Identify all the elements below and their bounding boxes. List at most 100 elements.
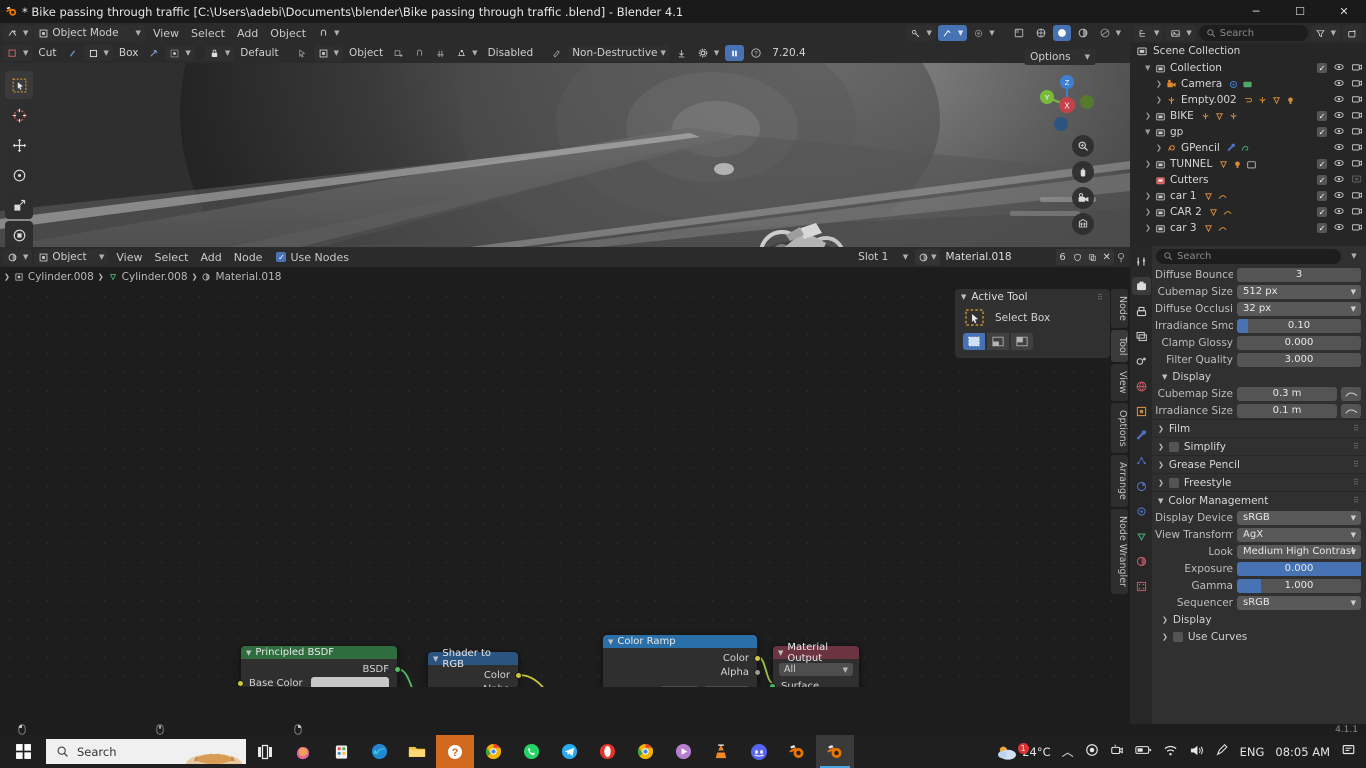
taskbar-search-input[interactable]: Search (46, 739, 246, 764)
annotate-icon[interactable] (547, 45, 566, 61)
outliner-filter-icon[interactable]: ▼ (1310, 25, 1340, 41)
navigation-gizmo[interactable]: X Z Y (1036, 71, 1098, 136)
unlink-material-icon[interactable]: ✕ (1099, 249, 1114, 265)
maximize-button[interactable]: ☐ (1278, 0, 1322, 23)
select-mode-subtract-button[interactable] (1011, 333, 1033, 350)
eye-icon[interactable] (1333, 109, 1345, 124)
properties-options-chevron-icon[interactable]: ▼ (1344, 248, 1362, 264)
box-label[interactable]: Box (115, 45, 143, 61)
overlays-toggle[interactable]: ▼ (937, 25, 968, 41)
zoom-icon[interactable] (1072, 135, 1094, 157)
visibility-checkbox[interactable]: ✓ (1317, 127, 1327, 137)
property-value-display-device[interactable]: sRGB ▼ (1237, 510, 1361, 525)
property-value-exposure[interactable]: 0.000 (1237, 561, 1361, 576)
outliner-row-empty.002[interactable]: ❯ Empty.002 (1130, 92, 1366, 108)
select-mode-set-button[interactable] (963, 333, 985, 350)
expand-chevron-icon[interactable]: ❯ (1145, 224, 1155, 232)
rotate-tool[interactable] (5, 161, 33, 189)
light-icon[interactable] (1232, 159, 1243, 170)
camera-render-icon[interactable] (1351, 125, 1363, 140)
battery-icon[interactable] (1134, 744, 1152, 759)
camera-tray-icon[interactable] (1110, 743, 1124, 760)
expand-chevron-icon[interactable]: ▼ (1145, 64, 1155, 72)
material-field[interactable]: ▼ Material.018 6 ✕ (915, 249, 1114, 265)
cut-label[interactable]: Cut (34, 45, 60, 61)
camera-view-icon[interactable] (1072, 187, 1094, 209)
visibility-checkbox[interactable]: ✓ (1317, 191, 1327, 201)
empty-2-icon[interactable] (1257, 95, 1268, 106)
whatsapp-icon[interactable] (512, 735, 550, 768)
socket-alpha-out[interactable] (515, 686, 522, 687)
select-box-tool[interactable] (5, 71, 33, 99)
socket-color-out[interactable] (515, 672, 522, 679)
fake-user-shield-icon[interactable] (1069, 249, 1085, 265)
cursor-pointer-icon[interactable] (293, 45, 312, 61)
node-tab-options[interactable]: Options (1111, 402, 1128, 454)
clock[interactable]: 08:05 AM (1275, 745, 1330, 759)
snap-increment-icon[interactable] (431, 45, 450, 61)
camera-render-icon[interactable] (1351, 61, 1363, 76)
node-menu-node[interactable]: Node (228, 250, 269, 265)
socket-alpha-out[interactable] (754, 669, 761, 676)
node-principled-bsdf[interactable]: ▼ Principled BSDF BSDF Base Color (237, 645, 401, 687)
socket-color-out[interactable] (754, 655, 761, 662)
expand-chevron-icon[interactable]: ❯ (1145, 192, 1155, 200)
weather-widget[interactable]: 1 24°C (996, 742, 1051, 761)
outliner-row-gpencil[interactable]: ❯ GPencil (1130, 140, 1366, 156)
property-section-color-management[interactable]: ▼ Color Management ⠿ (1152, 491, 1366, 509)
select-mode-extend-button[interactable] (987, 333, 1009, 350)
property-value-filter-quality[interactable]: 3.000 (1237, 352, 1361, 367)
section-checkbox[interactable] (1168, 477, 1179, 488)
properties-tab-render[interactable] (1131, 277, 1151, 295)
chrome-2-icon[interactable] (626, 735, 664, 768)
expand-chevron-icon[interactable]: ❯ (1145, 112, 1155, 120)
eye-icon[interactable] (1333, 205, 1345, 220)
properties-tab-material[interactable] (1132, 552, 1151, 570)
material-slot-selector[interactable]: Slot 1 ▼ (854, 249, 913, 265)
properties-tab-data[interactable] (1132, 527, 1151, 545)
property-section-simplify[interactable]: ❯ Simplify ⠿ (1152, 437, 1366, 455)
eye-icon[interactable] (1333, 157, 1345, 172)
expand-chevron-icon[interactable]: ❯ (1156, 96, 1166, 104)
viewport-menu-view[interactable]: View (147, 26, 185, 41)
outliner-row-car-2[interactable]: ❯ CAR 2 ✓ (1130, 204, 1366, 220)
eye-icon[interactable] (1333, 189, 1345, 204)
minimize-button[interactable]: ─ (1234, 0, 1278, 23)
help-question-icon[interactable]: ? (746, 45, 766, 61)
discord-icon[interactable] (740, 735, 778, 768)
property-section-film[interactable]: ❯ Film ⠿ (1152, 419, 1366, 437)
lock-icon[interactable]: ▼ (204, 45, 235, 61)
add-stop-button[interactable]: + (611, 686, 620, 688)
expand-chevron-icon[interactable]: ▼ (1145, 128, 1155, 136)
transform-tool[interactable] (5, 221, 33, 247)
eye-icon[interactable] (1333, 173, 1345, 188)
mesh-6-icon[interactable] (1203, 223, 1214, 234)
node-tab-node-wrangler[interactable]: Node Wrangler (1111, 509, 1128, 595)
material-users-count[interactable]: 6 (1055, 249, 1070, 265)
drag-dots-icon[interactable]: ⠿ (1353, 478, 1360, 487)
properties-tab-output[interactable] (1132, 302, 1151, 320)
chrome-icon[interactable] (474, 735, 512, 768)
property-subsection-use-curves[interactable]: ❯ Use Curves (1152, 628, 1366, 645)
mesh-86-icon[interactable] (1214, 111, 1225, 122)
file-explorer-icon[interactable] (398, 735, 436, 768)
shading-solid-icon[interactable] (1031, 25, 1051, 41)
node-header-material-output[interactable]: ▼ Material Output (773, 642, 859, 664)
outliner-row-bike[interactable]: ❯ BIKE ✓ (1130, 108, 1366, 124)
outliner-row-tunnel[interactable]: ❯ TUNNEL ✓ (1130, 156, 1366, 172)
box-mode-icon[interactable]: ▼ (83, 45, 113, 61)
socket-surface[interactable] (769, 683, 776, 687)
outliner-row-camera[interactable]: ❯ Camera (1130, 76, 1366, 92)
node-header-principled-bsdf[interactable]: ▼ Principled BSDF (241, 646, 397, 659)
object-mode-selector[interactable]: Object Mode ▼ (34, 25, 145, 41)
property-subsection-display[interactable]: ❯ Display (1152, 611, 1366, 628)
material-browse-icon[interactable]: ▼ (915, 249, 940, 265)
collection-small-icon[interactable] (1246, 159, 1257, 170)
volume-icon[interactable] (1189, 744, 1204, 760)
object-label[interactable]: Object (345, 45, 387, 61)
pin-icon[interactable]: ⚲ (1117, 251, 1125, 264)
outliner-row-gp[interactable]: ▼ gp ✓ (1130, 124, 1366, 140)
knife-icon[interactable] (63, 45, 82, 61)
camera-render-icon[interactable] (1351, 77, 1363, 92)
snap-circle-icon[interactable] (410, 45, 429, 61)
